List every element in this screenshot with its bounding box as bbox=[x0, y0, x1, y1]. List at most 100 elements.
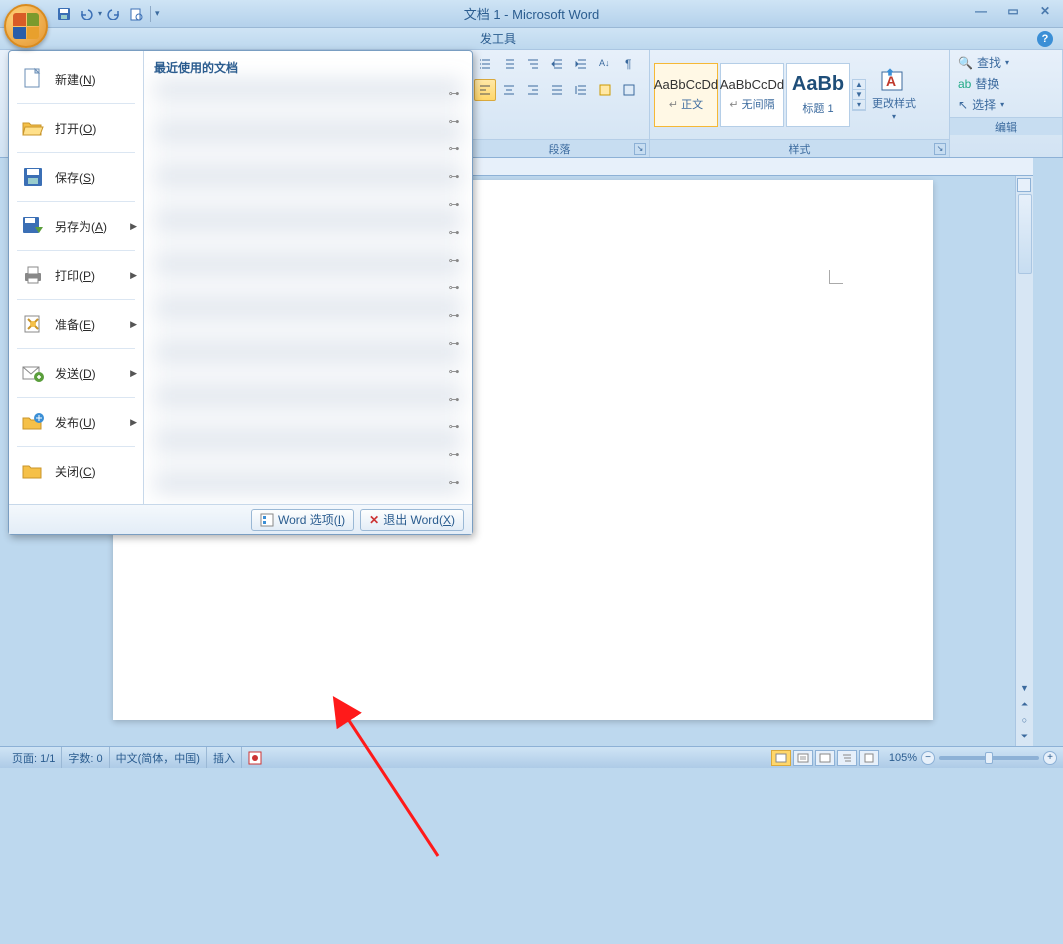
office-menu-commands: 新建(N) 打开(O) 保存(S) 另存为(A) ▶ 打印(P) bbox=[9, 51, 144, 504]
recent-documents-pane: 最近使用的文档 ⊶ ⊶ ⊶ ⊶ ⊶ ⊶ ⊶ ⊶ ⊶ ⊶ ⊶ ⊶ ⊶ ⊶ ⊶ bbox=[144, 51, 472, 504]
replace-button[interactable]: ab替换 bbox=[958, 75, 1054, 92]
zoom-slider[interactable] bbox=[939, 756, 1039, 760]
pin-icon[interactable]: ⊶ bbox=[448, 393, 460, 405]
list-number-icon[interactable] bbox=[498, 53, 520, 75]
styles-launcher-icon[interactable]: ↘ bbox=[934, 143, 946, 155]
svg-text:¶: ¶ bbox=[625, 57, 631, 71]
align-center-icon[interactable] bbox=[498, 79, 520, 101]
zoom-value[interactable]: 105% bbox=[889, 752, 917, 764]
shading-icon[interactable] bbox=[594, 79, 616, 101]
indent-decrease-icon[interactable] bbox=[546, 53, 568, 75]
group-edit: 🔍查找 ▾ ab替换 ↖选择 ▾ 编辑 bbox=[950, 50, 1063, 157]
view-outline-icon[interactable] bbox=[837, 750, 857, 766]
status-language[interactable]: 中文(简体，中国) bbox=[110, 747, 207, 768]
vertical-scrollbar[interactable]: ▲ ▼ ⏶ ○ ⏷ bbox=[1015, 176, 1033, 746]
sort-icon[interactable]: A↓ bbox=[594, 53, 616, 75]
view-fullscreen-icon[interactable] bbox=[793, 750, 813, 766]
qat-customize-icon[interactable]: ▾ bbox=[155, 8, 160, 19]
menu-print[interactable]: 打印(P) ▶ bbox=[9, 253, 143, 297]
title-bar: ▾ ▾ 文档 1 - Microsoft Word — ▭ ✕ bbox=[0, 0, 1063, 28]
menu-publish[interactable]: 发布(U) ▶ bbox=[9, 400, 143, 444]
pin-icon[interactable]: ⊶ bbox=[448, 87, 460, 99]
style-heading1[interactable]: AaBb 标题 1 bbox=[786, 63, 850, 127]
menu-close[interactable]: 关闭(C) bbox=[9, 449, 143, 493]
browse-object-icon[interactable]: ○ bbox=[1017, 712, 1033, 728]
prev-page-icon[interactable]: ⏶ bbox=[1017, 696, 1033, 712]
scroll-down-icon[interactable]: ▼ bbox=[1017, 680, 1033, 696]
menu-prepare[interactable]: 准备(E) ▶ bbox=[9, 302, 143, 346]
menu-send-label: 发送(D) bbox=[55, 365, 96, 382]
print-preview-icon[interactable] bbox=[126, 4, 146, 24]
undo-icon[interactable] bbox=[76, 4, 96, 24]
change-style-button[interactable]: A 更改样式 ▾ bbox=[872, 63, 916, 127]
zoom-in-button[interactable]: + bbox=[1043, 751, 1057, 765]
align-right-icon[interactable] bbox=[522, 79, 544, 101]
show-marks-icon[interactable]: ¶ bbox=[618, 53, 640, 75]
view-print-layout-icon[interactable] bbox=[771, 750, 791, 766]
tab-developer[interactable]: 发工具 bbox=[470, 27, 526, 50]
find-button[interactable]: 🔍查找 ▾ bbox=[958, 54, 1054, 71]
menu-new[interactable]: 新建(N) bbox=[9, 57, 143, 101]
help-icon[interactable]: ? bbox=[1037, 31, 1053, 47]
pin-icon[interactable]: ⊶ bbox=[448, 420, 460, 432]
pin-icon[interactable]: ⊶ bbox=[448, 142, 460, 154]
paragraph-launcher-icon[interactable]: ↘ bbox=[634, 143, 646, 155]
status-macro-icon[interactable] bbox=[242, 747, 268, 768]
list-multilevel-icon[interactable] bbox=[522, 53, 544, 75]
pin-icon[interactable]: ⊶ bbox=[448, 365, 460, 377]
close-button[interactable]: ✕ bbox=[1031, 2, 1059, 20]
new-doc-icon bbox=[19, 67, 47, 91]
status-page[interactable]: 页面: 1/1 bbox=[6, 747, 62, 768]
office-menu: 新建(N) 打开(O) 保存(S) 另存为(A) ▶ 打印(P) bbox=[8, 50, 473, 535]
pin-icon[interactable]: ⊶ bbox=[448, 476, 460, 488]
menu-send[interactable]: 发送(D) ▶ bbox=[9, 351, 143, 395]
pin-icon[interactable]: ⊶ bbox=[448, 115, 460, 127]
view-draft-icon[interactable] bbox=[859, 750, 879, 766]
folder-open-icon bbox=[19, 116, 47, 140]
pin-icon[interactable]: ⊶ bbox=[448, 170, 460, 182]
pin-icon[interactable]: ⊶ bbox=[448, 309, 460, 321]
office-button[interactable] bbox=[4, 4, 48, 48]
zoom-out-button[interactable]: − bbox=[921, 751, 935, 765]
pin-icon[interactable]: ⊶ bbox=[448, 281, 460, 293]
style-nospacing[interactable]: AaBbCcDd ↵ 无间隔 bbox=[720, 63, 784, 127]
menu-publish-label: 发布(U) bbox=[55, 414, 96, 431]
word-options-button[interactable]: Word 选项(I) bbox=[251, 509, 354, 531]
status-insert-mode[interactable]: 插入 bbox=[207, 747, 242, 768]
menu-save-as-label: 另存为(A) bbox=[55, 218, 107, 235]
menu-save-as[interactable]: 另存为(A) ▶ bbox=[9, 204, 143, 248]
border-icon[interactable] bbox=[618, 79, 640, 101]
minimize-button[interactable]: — bbox=[967, 2, 995, 20]
next-page-icon[interactable]: ⏷ bbox=[1017, 728, 1033, 744]
ruler-toggle-icon[interactable] bbox=[1017, 178, 1031, 192]
menu-prepare-label: 准备(E) bbox=[55, 316, 95, 333]
maximize-button[interactable]: ▭ bbox=[999, 2, 1027, 20]
pin-icon[interactable]: ⊶ bbox=[448, 254, 460, 266]
status-words[interactable]: 字数: 0 bbox=[62, 747, 109, 768]
list-bullet-icon[interactable] bbox=[474, 53, 496, 75]
select-button[interactable]: ↖选择 ▾ bbox=[958, 96, 1054, 113]
indent-increase-icon[interactable] bbox=[570, 53, 592, 75]
align-left-icon[interactable] bbox=[474, 79, 496, 101]
menu-close-label: 关闭(C) bbox=[55, 463, 96, 480]
style-gallery-nav[interactable]: ▲▼▾ bbox=[852, 79, 866, 111]
redo-icon[interactable] bbox=[104, 4, 124, 24]
style-normal[interactable]: AaBbCcDd ↵ 正文 bbox=[654, 63, 718, 127]
scroll-thumb[interactable] bbox=[1018, 194, 1032, 274]
menu-new-label: 新建(N) bbox=[55, 71, 96, 88]
status-bar: 页面: 1/1 字数: 0 中文(简体，中国) 插入 105% − + bbox=[0, 746, 1063, 768]
pin-icon[interactable]: ⊶ bbox=[448, 226, 460, 238]
pin-icon[interactable]: ⊶ bbox=[448, 448, 460, 460]
view-web-icon[interactable] bbox=[815, 750, 835, 766]
exit-word-button[interactable]: ✕ 退出 Word(X) bbox=[360, 509, 464, 531]
printer-icon bbox=[19, 263, 47, 287]
submenu-arrow-icon: ▶ bbox=[130, 221, 137, 232]
pin-icon[interactable]: ⊶ bbox=[448, 337, 460, 349]
line-spacing-icon[interactable] bbox=[570, 79, 592, 101]
save-icon[interactable] bbox=[54, 4, 74, 24]
menu-open[interactable]: 打开(O) bbox=[9, 106, 143, 150]
edit-group-label: 编辑 bbox=[995, 119, 1017, 135]
menu-save[interactable]: 保存(S) bbox=[9, 155, 143, 199]
pin-icon[interactable]: ⊶ bbox=[448, 198, 460, 210]
align-justify-icon[interactable] bbox=[546, 79, 568, 101]
